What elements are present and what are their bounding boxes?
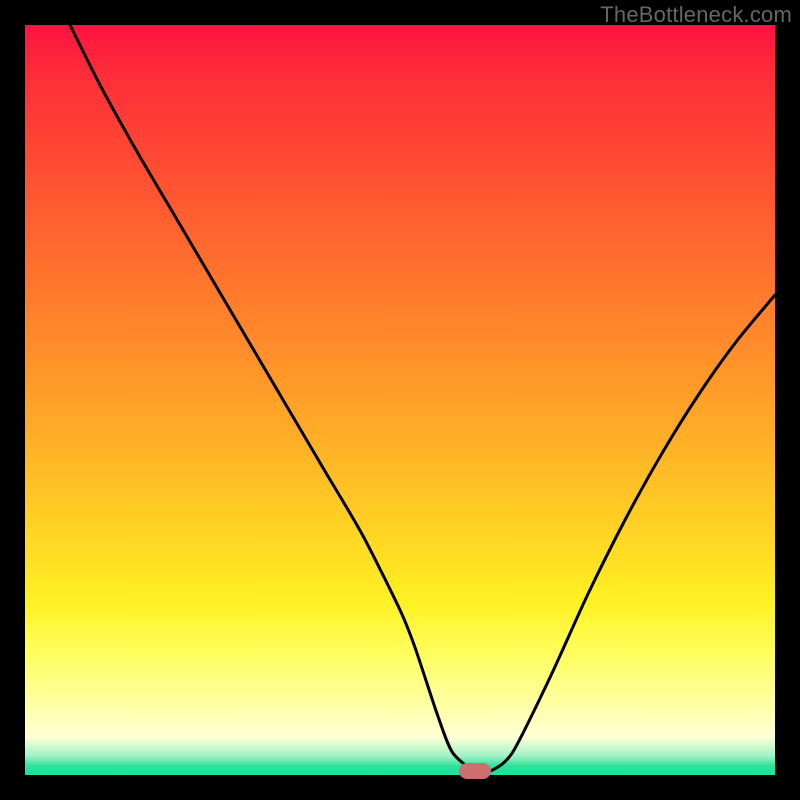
plot-area (25, 25, 775, 775)
bottleneck-curve (70, 25, 775, 773)
curve-svg (25, 25, 775, 775)
chart-container: TheBottleneck.com (0, 0, 800, 800)
optimum-marker (459, 763, 491, 779)
